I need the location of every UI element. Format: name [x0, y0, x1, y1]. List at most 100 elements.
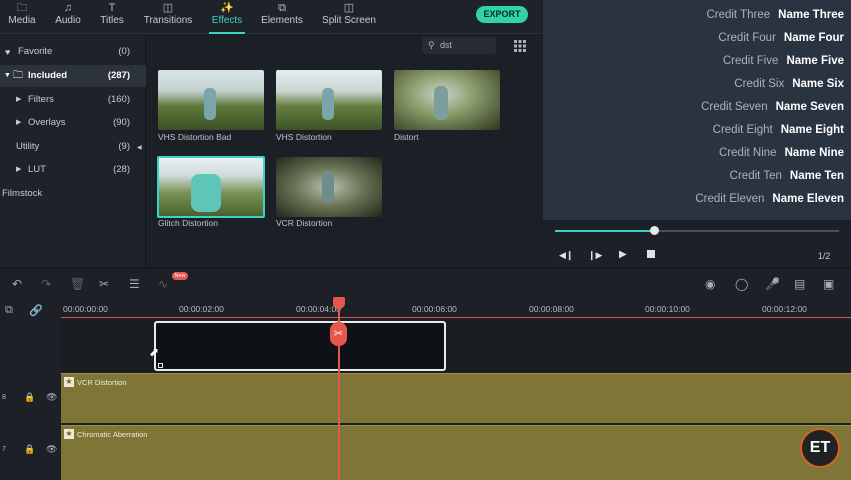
effects-icon: ✨ — [220, 2, 234, 14]
selected-clip[interactable] — [154, 321, 446, 371]
text-t-icon: T — [108, 2, 116, 14]
track-headers: 8 🔒 👁 7 🔒 👁 — [0, 320, 61, 480]
play-icon[interactable]: ▶ — [619, 249, 627, 260]
quality-select[interactable]: 1/2 — [809, 249, 839, 263]
stop-icon[interactable] — [647, 250, 655, 258]
track-number: 8 — [2, 394, 6, 401]
credit-row: Credit Seven Name Seven — [701, 101, 844, 113]
search-icon: ⚲ — [428, 40, 435, 50]
split-screen-icon: ◫ — [343, 2, 355, 14]
eye-icon[interactable]: 👁 — [46, 444, 57, 455]
track-number: 7 — [2, 446, 6, 453]
clip-handle[interactable] — [158, 363, 163, 368]
tab-titles[interactable]: T Titles — [96, 2, 128, 32]
step-back-icon[interactable]: ◀❙ — [559, 250, 573, 261]
sidebar-item-favorite[interactable]: ♥ Favorite (0) — [0, 41, 146, 63]
effect-thumb-vcr-distortion[interactable] — [276, 157, 382, 217]
thumb-figure — [191, 174, 221, 212]
sidebar-item-filmstock[interactable]: Filmstock — [0, 183, 146, 205]
step-forward-icon[interactable]: ❙▶ — [588, 250, 602, 261]
thumb-figure — [434, 86, 448, 120]
playback-controls: ◀❙ ❙▶ ▶ 1/2 — [543, 220, 851, 267]
sidebar-item-included[interactable]: ▼ 🗀 Included (287) — [0, 65, 146, 87]
collapse-arrow-icon[interactable]: ◀ — [137, 144, 142, 151]
lock-icon[interactable]: 🔒 — [24, 444, 35, 455]
tab-elements[interactable]: ⧉ Elements — [259, 2, 305, 32]
sidebar-item-lut[interactable]: ▶ LUT (28) — [0, 159, 146, 181]
lock-icon[interactable]: 🔒 — [24, 392, 35, 403]
microphone-icon[interactable]: 🎤 — [765, 277, 780, 291]
sidebar-item-overlays[interactable]: ▶ Overlays (90) — [0, 112, 146, 134]
eye-icon[interactable]: 👁 — [46, 392, 57, 403]
thumb-figure — [204, 88, 216, 120]
marker-icon[interactable]: ◯ — [735, 277, 748, 291]
grid-view-icon[interactable] — [514, 39, 526, 52]
undo-icon[interactable]: ↶ — [12, 277, 22, 291]
ruler-tick: 00:00:00:00 — [63, 304, 108, 314]
cut-icon[interactable]: ✂ — [99, 277, 109, 291]
ruler-tick: 00:00:08:00 — [529, 304, 574, 314]
tab-split-screen[interactable]: ◫ Split Screen — [320, 2, 378, 32]
effect-label: Glitch Distortion — [158, 218, 218, 228]
tab-audio[interactable]: ♫ Audio — [52, 2, 84, 32]
adjust-icon[interactable]: ☰ — [129, 277, 140, 291]
track-header-8: 8 🔒 👁 — [0, 376, 61, 426]
effects-sidebar: ♥ Favorite (0) ▼ 🗀 Included (287) ▶ Filt… — [0, 35, 146, 267]
effect-clip-vcr-distortion[interactable]: ★ VCR Distortion — [61, 373, 851, 423]
thumb-figure — [322, 171, 334, 203]
effect-clip-chromatic-aberration[interactable]: ★ Chromatic Aberration — [61, 425, 851, 480]
credit-row: Credit Three Name Three — [706, 9, 844, 21]
playhead-handle[interactable] — [333, 297, 345, 309]
music-note-icon: ♫ — [63, 2, 73, 14]
credit-row: Credit Five Name Five — [722, 55, 844, 67]
search-input[interactable]: ⚲ dst — [422, 37, 496, 54]
heart-icon: ♥ — [5, 47, 11, 57]
render-icon[interactable]: ◉ — [705, 277, 715, 291]
folder-icon: 🗀 — [13, 70, 23, 81]
mouse-cursor-icon: ⬈ — [149, 345, 160, 359]
mixer-icon[interactable]: ▤ — [794, 277, 805, 291]
scrubber-knob[interactable] — [650, 226, 660, 235]
channel-logo: ET — [800, 428, 840, 468]
link-icon[interactable]: 🔗 — [29, 304, 43, 317]
track-header-7: 7 🔒 👁 — [0, 428, 61, 478]
credit-row: Credit Nine Name Nine — [719, 147, 844, 159]
folder-icon: 🗀 — [16, 2, 28, 14]
tab-transitions[interactable]: ◫ Transitions — [143, 2, 193, 32]
timeline-ruler[interactable]: ⧉ 🔗 00:00:00:00 00:00:02:00 00:00:04:00 … — [0, 298, 851, 320]
star-icon: ★ — [64, 377, 74, 387]
ruler-baseline — [61, 317, 851, 318]
caret-right-icon: ▶ — [16, 166, 22, 173]
caret-down-icon: ▼ — [4, 72, 11, 79]
playback-progress — [555, 230, 655, 232]
playback-scrubber[interactable] — [555, 226, 839, 235]
star-icon: ★ — [64, 429, 74, 439]
export-button[interactable]: EXPORT — [476, 6, 528, 23]
effect-label: Distort — [394, 132, 419, 142]
credit-row: Credit Four Name Four — [718, 32, 844, 44]
elements-icon: ⧉ — [278, 2, 286, 14]
thumb-figure — [322, 88, 334, 120]
sidebar-item-utility[interactable]: Utility (9) — [0, 136, 146, 158]
redo-icon[interactable]: ↷ — [41, 277, 51, 291]
credit-row: Credit Six Name Six — [734, 78, 844, 90]
effect-thumb-glitch-distortion[interactable] — [157, 156, 265, 218]
ruler-tick: 00:00:10:00 — [645, 304, 690, 314]
tab-effects[interactable]: ✨ Effects — [209, 2, 245, 34]
add-track-icon[interactable]: ⧉ — [5, 304, 13, 317]
snapshot-icon[interactable]: ▣ — [823, 277, 834, 291]
delete-icon[interactable]: 🗑 — [70, 277, 85, 291]
sidebar-item-filters[interactable]: ▶ Filters (160) — [0, 89, 146, 111]
effect-thumb-vhs-distortion[interactable] — [276, 70, 382, 130]
effect-thumb-vhs-distortion-bad[interactable] — [158, 70, 264, 130]
credit-row: Credit Eleven Name Eleven — [695, 193, 844, 205]
audio-waveform-icon[interactable]: ∿ — [158, 277, 168, 291]
effect-label: VCR Distortion — [276, 218, 333, 228]
ruler-tick: 00:00:06:00 — [412, 304, 457, 314]
effect-label: VHS Distortion Bad — [158, 132, 232, 142]
effect-thumb-distort[interactable] — [394, 70, 500, 130]
top-toolbar: 🗀 Media ♫ Audio T Titles ◫ Transitions ✨… — [0, 0, 542, 34]
preview-window: Credit Three Name Three Credit Four Name F… — [543, 0, 851, 220]
split-scissor-icon[interactable]: ✂ — [330, 322, 347, 346]
tab-media[interactable]: 🗀 Media — [6, 2, 38, 32]
